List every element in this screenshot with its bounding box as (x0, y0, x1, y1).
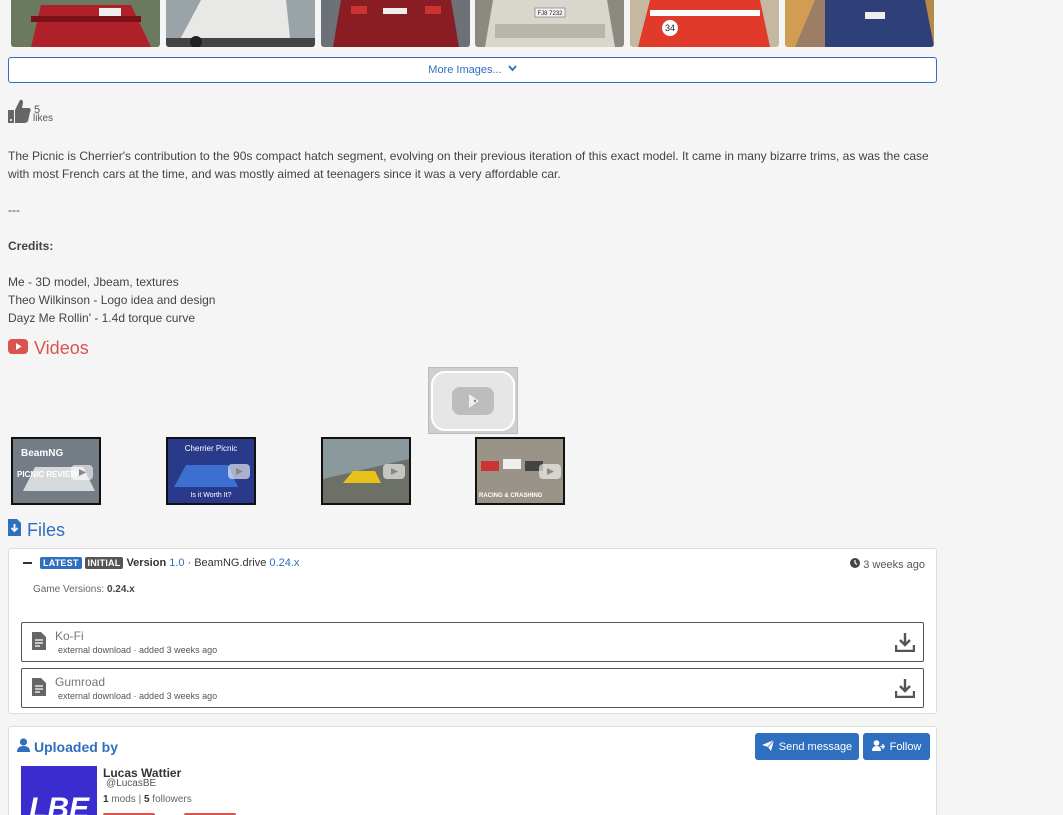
video-caption: RACING & CRASHING (479, 493, 543, 499)
description-paragraph: The Picnic is Cherrier's contribution to… (8, 149, 929, 181)
follow-button[interactable]: Follow (863, 733, 930, 760)
game-versions-label: Game Versions: (33, 584, 105, 595)
game-label: BeamNG.drive (194, 557, 267, 569)
uploaded-by-heading: Uploaded by (17, 738, 118, 755)
play-icon (431, 370, 515, 431)
gallery-image[interactable]: 34 (630, 0, 779, 47)
download-row[interactable]: Ko-Fi external download · added 3 weeks … (21, 622, 924, 662)
download-row[interactable]: Gumroad external download · added 3 week… (21, 668, 924, 708)
version-number[interactable]: 1.0 (169, 557, 184, 569)
download-icon[interactable] (894, 678, 916, 701)
document-icon (32, 678, 46, 699)
mods-label: mods (111, 794, 136, 805)
more-images-button[interactable]: More Images... (8, 57, 937, 83)
svg-text:34: 34 (665, 23, 675, 33)
avatar-logo-text: LBE (29, 792, 90, 815)
video-caption: Is it Worth It? (190, 492, 231, 499)
latest-badge: LATEST (40, 557, 82, 569)
uploaded-by-label: Uploaded by (34, 738, 119, 755)
credit-line: Theo Wilkinson - Logo idea and design (8, 293, 216, 307)
video-thumbnail[interactable] (321, 437, 411, 505)
files-heading: Files (8, 519, 65, 541)
youtube-icon (8, 338, 34, 359)
files-panel: LATEST INITIAL Version 1.0 · BeamNG.driv… (8, 548, 937, 714)
more-images-label: More Images... (428, 64, 502, 76)
video-thumbnail[interactable]: RACING & CRASHING (475, 437, 565, 505)
credit-line: Me - 3D model, Jbeam, textures (8, 275, 179, 289)
collapse-icon[interactable] (23, 562, 32, 564)
uploader-stats: 1 mods | 5 followers (103, 794, 192, 805)
gallery-image[interactable] (166, 0, 315, 47)
initial-badge: INITIAL (84, 557, 124, 569)
plate-text: FJ8 7232 (537, 11, 563, 17)
description-separator: --- (8, 203, 20, 217)
download-name: Gumroad (55, 675, 106, 689)
gallery-image[interactable] (11, 0, 160, 47)
video-caption: Cherrier Picnic (185, 444, 237, 453)
followers-count: 5 (143, 794, 150, 805)
video-caption: BeamNG (21, 448, 63, 459)
clock-icon (850, 558, 863, 571)
version-time: 3 weeks ago (850, 558, 925, 571)
videos-heading: Videos (8, 338, 89, 359)
files-heading-label: Files (27, 519, 66, 540)
version-label: Version (126, 557, 167, 569)
thumbs-up-icon (8, 98, 32, 124)
gallery-image[interactable] (785, 0, 934, 47)
likes-label: likes (33, 113, 54, 124)
gallery-image[interactable] (321, 0, 470, 47)
video-thumbnail[interactable]: Cherrier Picnic Is it Worth It? (166, 437, 256, 505)
avatar[interactable]: LBE (21, 766, 97, 815)
user-icon (17, 738, 34, 755)
gallery-image[interactable]: FJ8 7232 (475, 0, 624, 47)
video-player[interactable] (428, 367, 518, 434)
game-version[interactable]: 0.24.x (269, 557, 299, 569)
video-thumbnail[interactable]: BeamNG PICNIC REVIEW (11, 437, 101, 505)
mods-count: 1 (103, 794, 109, 805)
download-name: Ko-Fi (55, 629, 84, 643)
send-message-label: Send message (778, 740, 853, 753)
download-meta: external download · added 3 weeks ago (58, 691, 218, 701)
follow-label: Follow (889, 740, 922, 753)
paper-plane-icon (761, 739, 779, 754)
credit-line: Dayz Me Rollin' - 1.4d torque curve (8, 311, 196, 325)
credits-heading: Credits: (8, 239, 54, 253)
send-message-button[interactable]: Send message (755, 733, 859, 760)
chevron-down-icon (508, 57, 517, 81)
file-download-icon (8, 519, 27, 541)
user-plus-icon (871, 739, 890, 754)
version-time-label: 3 weeks ago (863, 558, 925, 571)
version-row: LATEST INITIAL Version 1.0 · BeamNG.driv… (23, 557, 299, 569)
download-meta: external download · added 3 weeks ago (58, 645, 218, 655)
game-versions: Game Versions: 0.24.x (33, 584, 135, 595)
download-icon[interactable] (894, 632, 916, 655)
followers-label: followers (152, 794, 192, 805)
videos-heading-label: Videos (34, 338, 89, 358)
document-icon (32, 632, 46, 653)
video-caption: PICNIC REVIEW (17, 470, 78, 479)
uploader-handle: @LucasBE (106, 778, 157, 789)
game-versions-value: 0.24.x (106, 584, 135, 595)
uploader-panel: Uploaded by Send message Follow LBE Luca… (8, 726, 937, 815)
